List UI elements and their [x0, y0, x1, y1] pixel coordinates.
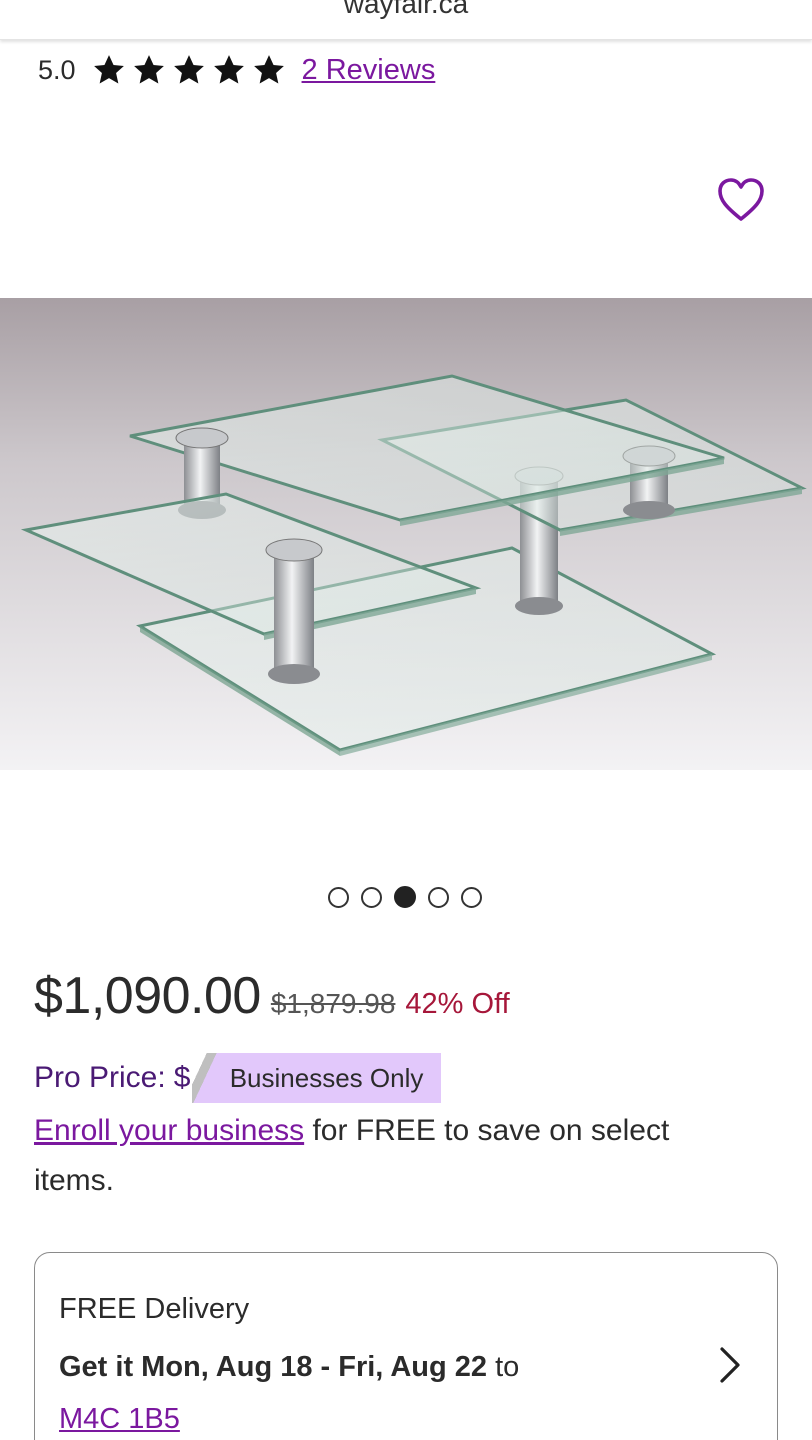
- enroll-text: Enroll your business for FREE to save on…: [34, 1106, 754, 1206]
- star-rating: [92, 53, 286, 87]
- site-url: wayfair.ca: [343, 0, 469, 19]
- chevron-right-icon: [720, 1347, 740, 1383]
- badge-label: Businesses Only: [229, 1062, 424, 1093]
- delivery-dates: Get it Mon, Aug 18 - Fri, Aug 22 to: [59, 1351, 519, 1384]
- star-icon: [253, 55, 284, 84]
- top-bar: wayfair.ca: [0, 0, 812, 40]
- star-icon: [173, 55, 204, 84]
- gallery-dots: [328, 886, 482, 908]
- businesses-only-badge[interactable]: Businesses Only: [191, 1053, 442, 1103]
- delivery-to-label: to: [487, 1351, 520, 1383]
- heart-icon[interactable]: [716, 176, 766, 224]
- star-icon: [133, 55, 164, 84]
- gallery-dot[interactable]: [428, 886, 449, 908]
- price-row: $1,090.00 $1,879.98 42% Off: [34, 966, 510, 1026]
- pro-price-row: Pro Price: $ Businesses Only: [34, 1052, 442, 1104]
- reviews-link[interactable]: 2 Reviews: [302, 54, 436, 87]
- star-icon: [93, 55, 124, 84]
- rating-score: 5.0: [38, 54, 76, 85]
- star-icon: [213, 55, 244, 84]
- rating-row: 5.0 2 Reviews: [38, 50, 435, 90]
- discount-label: 42% Off: [405, 988, 510, 1020]
- gallery-dot[interactable]: [461, 886, 482, 908]
- pro-price-symbol: $: [173, 1061, 191, 1094]
- delivery-date-range: Get it Mon, Aug 18 - Fri, Aug 22: [59, 1351, 488, 1383]
- original-price: $1,879.98: [270, 988, 396, 1019]
- gallery-dot[interactable]: [328, 886, 349, 908]
- gallery-dot[interactable]: [361, 886, 382, 908]
- delivery-card[interactable]: FREE Delivery Get it Mon, Aug 18 - Fri, …: [34, 1252, 778, 1440]
- pro-price-label: Pro Price:: [34, 1061, 166, 1094]
- gallery-dot-active[interactable]: [394, 886, 416, 908]
- delivery-title: FREE Delivery: [59, 1293, 250, 1325]
- product-image[interactable]: [0, 298, 812, 770]
- enroll-business-link[interactable]: Enroll your business: [34, 1114, 304, 1147]
- postal-code-link[interactable]: M4C 1B5: [59, 1403, 180, 1436]
- sale-price: $1,090.00: [34, 967, 261, 1025]
